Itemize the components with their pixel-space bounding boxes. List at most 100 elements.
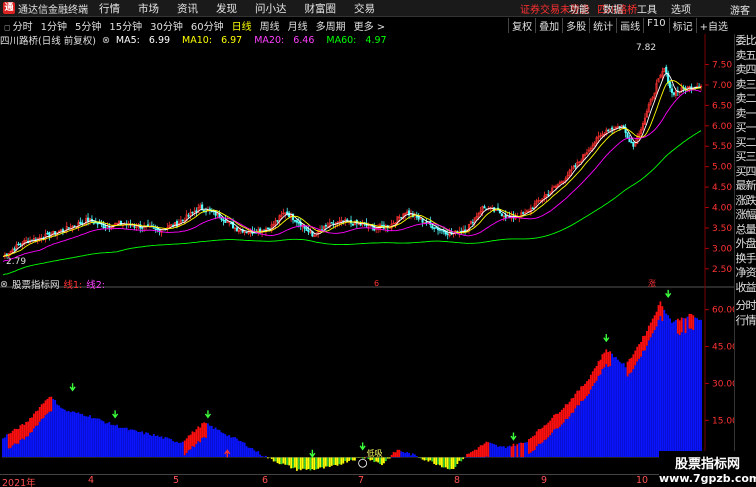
period-monthly[interactable]: 月线	[284, 18, 312, 33]
indicator-bar	[495, 444, 497, 458]
menu-item-discover[interactable]: 发现	[207, 1, 246, 16]
menu-item-quotes[interactable]: 行情	[90, 1, 129, 16]
period-daily[interactable]: 日线	[228, 18, 256, 33]
indicator-bar	[208, 425, 211, 458]
indicator-bar-negative	[379, 457, 381, 465]
indicator-bar-red	[628, 358, 631, 374]
indicator-bar	[665, 313, 668, 458]
tool-draw[interactable]: 画线	[616, 18, 643, 33]
period-30min[interactable]: 30分钟	[146, 18, 187, 33]
period-5min[interactable]: 5分钟	[71, 18, 105, 33]
indicator-bar	[700, 319, 702, 458]
tool-mark[interactable]: 标记	[668, 18, 696, 33]
menu-item-tools[interactable]: 工具	[630, 1, 664, 16]
menu-item-ask[interactable]: 问小达	[246, 1, 296, 16]
menu-item-function[interactable]: 功能	[562, 1, 596, 16]
indicator-bar-red	[572, 397, 575, 413]
indicator-bar-negative	[452, 457, 455, 469]
indicator-bar	[558, 426, 561, 458]
sidebar-item-ask3[interactable]: 卖三	[735, 78, 756, 93]
indicator-bar	[408, 452, 410, 458]
sidebar-item-turnover[interactable]: 换手	[735, 252, 756, 267]
sidebar-item-outer[interactable]: 外盘	[735, 237, 756, 252]
indicator-bar-negative	[450, 457, 453, 469]
tool-add-watchlist[interactable]: +自选	[695, 18, 731, 33]
indicator-bar	[529, 452, 532, 458]
candle-body	[431, 225, 434, 229]
ma5-value: 6.99	[148, 34, 171, 46]
indicator-bar	[31, 432, 33, 458]
indicator-bar	[624, 367, 627, 458]
indicator-bar-red	[570, 398, 573, 414]
indicator-bar	[164, 437, 167, 458]
indicator-bar	[218, 429, 221, 458]
menu-item-market[interactable]: 市场	[129, 1, 168, 16]
period-1min[interactable]: 1分钟	[37, 18, 71, 33]
indicator-bar-red	[479, 445, 482, 458]
sidebar-item-change[interactable]: 涨跌	[735, 194, 756, 209]
period-15min[interactable]: 15分钟	[105, 18, 146, 33]
indicator-bar	[162, 438, 165, 458]
indicator-bar	[524, 442, 526, 458]
indicator-bar	[500, 446, 503, 458]
indicator-bar-negative	[330, 457, 333, 466]
menu-item-wealth[interactable]: 财富圈	[296, 1, 346, 16]
menu-item-trade[interactable]: 交易	[345, 1, 384, 16]
sidebar-item-intraday[interactable]: 分时	[735, 299, 756, 314]
indicator-bar	[125, 427, 128, 458]
indicator-bar	[603, 367, 606, 458]
sidebar-item-change-pct[interactable]: 涨幅	[735, 208, 756, 223]
sidebar-item-volume[interactable]: 总量	[735, 223, 756, 238]
tool-multi-stock[interactable]: 多股	[562, 18, 589, 33]
tool-overlay[interactable]: 叠加	[535, 18, 562, 33]
sidebar-item-committee-ratio[interactable]: 委比	[735, 34, 756, 49]
date-label-apr: 4	[88, 475, 95, 486]
period-60min[interactable]: 60分钟	[187, 18, 228, 33]
period-multi[interactable]: 多周期	[312, 18, 350, 33]
indicator-bar	[255, 451, 258, 458]
sidebar-item-bid1[interactable]: 买一	[735, 121, 756, 136]
sell-arrow	[359, 442, 366, 451]
sidebar-item-bid2[interactable]: 买二	[735, 136, 756, 151]
period-weekly[interactable]: 周线	[256, 18, 284, 33]
sidebar-item-quote[interactable]: 行情	[735, 314, 756, 329]
tool-adjust[interactable]: 复权	[508, 18, 535, 33]
sidebar-item-bid3[interactable]: 买三	[735, 150, 756, 165]
sidebar-item-net-assets[interactable]: 净资	[735, 266, 756, 281]
period-more[interactable]: 更多 >	[350, 18, 390, 33]
menu-item-data[interactable]: 数据	[596, 1, 630, 16]
indicator-bar	[13, 443, 16, 458]
sidebar-item-ask4[interactable]: 卖四	[735, 63, 756, 78]
ma-toggle-icon[interactable]: ⊗	[102, 35, 110, 46]
price-tick-label: 2.50	[712, 265, 732, 275]
indicator-bar-red	[545, 424, 548, 440]
indicator-close-icon[interactable]: ⊗	[0, 279, 8, 290]
chart-canvas[interactable]: 7.82 2.79 6 涨 低吸 7.50 7.00 6.50 6.00 5.50 5.00 4.…	[0, 34, 734, 474]
candle-body	[315, 235, 318, 237]
indicator-bar	[2, 438, 4, 458]
sidebar-item-earnings[interactable]: 收益	[735, 281, 756, 296]
sidebar-item-latest[interactable]: 最新	[735, 179, 756, 194]
indicator-bar	[56, 404, 59, 458]
indicator-bar-red	[23, 424, 26, 440]
indicator-bar	[108, 421, 111, 458]
indicator-bar-negative	[321, 457, 323, 468]
sidebar-item-bid4[interactable]: 买四	[735, 165, 756, 180]
indicator-bar	[574, 408, 577, 458]
tool-f10[interactable]: F10	[643, 18, 668, 33]
indicator-bar-red	[626, 361, 629, 377]
indicator-bar-negative	[294, 457, 296, 468]
tool-stats[interactable]: 统计	[589, 18, 616, 33]
sidebar-item-ask1[interactable]: 卖一	[735, 107, 756, 122]
period-intraday[interactable]: 分时	[0, 18, 37, 33]
sidebar-item-ask2[interactable]: 卖二	[735, 92, 756, 107]
indicator-bar-red	[203, 422, 205, 438]
indicator-bar	[508, 445, 511, 458]
candle-body	[607, 129, 610, 132]
menu-item-news[interactable]: 资讯	[168, 1, 207, 16]
indicator-bar	[564, 418, 567, 458]
indicator-bar-red	[185, 438, 188, 454]
guest-label[interactable]: 游客	[730, 2, 750, 17]
menu-item-options[interactable]: 选项	[664, 1, 698, 16]
sidebar-item-ask5[interactable]: 卖五	[735, 49, 756, 64]
